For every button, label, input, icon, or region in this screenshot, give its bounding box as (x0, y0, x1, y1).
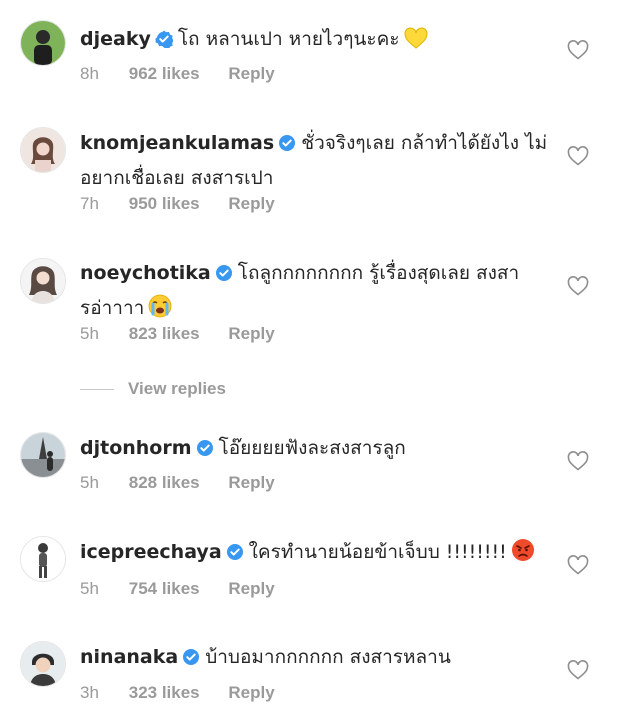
comment-text: knomjeankulamas ชั่วจริงๆเลย กล้าทำได้ยัง… (80, 127, 550, 194)
divider-line (80, 388, 114, 390)
timestamp: 5h (80, 579, 99, 598)
avatar[interactable] (20, 127, 66, 173)
timestamp: 8h (80, 64, 99, 83)
verified-badge-icon (278, 130, 296, 162)
reply-button[interactable]: Reply (228, 579, 274, 599)
verified-badge-icon (215, 260, 233, 292)
comment-meta: 8h 962 likes Reply (80, 64, 275, 84)
comment-body: บ้าบอมากกกกกก สงสารหลาน (205, 646, 451, 668)
like-count[interactable]: 950 likes (129, 194, 200, 214)
heart-icon[interactable] (567, 555, 589, 579)
comment-meta: 3h 323 likes Reply (80, 683, 275, 703)
username[interactable]: knomjeankulamas (80, 132, 274, 154)
avatar[interactable] (20, 641, 66, 687)
like-count[interactable]: 754 likes (129, 579, 200, 599)
heart-icon[interactable] (567, 660, 589, 684)
verified-badge-icon (196, 435, 214, 467)
timestamp: 3h (80, 683, 99, 702)
username[interactable]: djtonhorm (80, 437, 192, 459)
username[interactable]: icepreechaya (80, 541, 222, 563)
angry-face-icon (511, 538, 535, 572)
comment-body: โถ หลานเปา หายไวๆนะคะ (177, 28, 400, 50)
avatar[interactable] (20, 432, 66, 478)
heart-icon[interactable] (567, 451, 589, 475)
comment-text: djtonhorm โอ๊ยยยยฟังละสงสารลูก (80, 432, 550, 467)
avatar[interactable] (20, 258, 66, 304)
verified-badge-icon (226, 539, 244, 571)
timestamp: 7h (80, 194, 99, 213)
like-count[interactable]: 962 likes (129, 64, 200, 84)
avatar[interactable] (20, 20, 66, 66)
reply-button[interactable]: Reply (228, 683, 274, 703)
comment-meta: 5h 754 likes Reply (80, 579, 275, 599)
like-count[interactable]: 323 likes (129, 683, 200, 703)
heart-icon[interactable] (567, 276, 589, 300)
reply-button[interactable]: Reply (228, 64, 274, 84)
like-count[interactable]: 823 likes (129, 324, 200, 344)
comment-text: icepreechaya ใครทำนายน้อยข้าเจ็บบ !!!!!!!… (80, 536, 550, 572)
username[interactable]: djeaky (80, 28, 151, 50)
comment-body: ใครทำนายน้อยข้าเจ็บบ !!!!!!!! (248, 541, 507, 563)
loudly-crying-face-icon (148, 294, 172, 328)
yellow-heart-icon (404, 27, 428, 59)
comment-meta: 5h 828 likes Reply (80, 473, 275, 493)
like-count[interactable]: 828 likes (129, 473, 200, 493)
heart-icon[interactable] (567, 40, 589, 64)
view-replies-label[interactable]: View replies (128, 379, 226, 399)
timestamp: 5h (80, 473, 99, 492)
verified-badge-icon (182, 644, 200, 676)
heart-icon[interactable] (567, 146, 589, 170)
comment-text: ninanaka บ้าบอมากกกกกก สงสารหลาน (80, 641, 550, 676)
verified-badge-icon (154, 26, 174, 58)
reply-button[interactable]: Reply (228, 473, 274, 493)
comment-body: โอ๊ยยยยฟังละสงสารลูก (218, 437, 406, 459)
timestamp: 5h (80, 324, 99, 343)
username[interactable]: noeychotika (80, 262, 211, 284)
avatar[interactable] (20, 536, 66, 582)
comment-text: djeaky โถ หลานเปา หายไวๆนะคะ (80, 23, 550, 59)
comment-meta: 5h 823 likes Reply (80, 324, 275, 344)
reply-button[interactable]: Reply (228, 194, 274, 214)
comment-text: noeychotika โถลูกกกกกกกก รู้เรื่องสุดเลย … (80, 257, 550, 328)
comment-meta: 7h 950 likes Reply (80, 194, 275, 214)
reply-button[interactable]: Reply (228, 324, 274, 344)
view-replies[interactable]: View replies (80, 378, 226, 400)
username[interactable]: ninanaka (80, 646, 178, 668)
